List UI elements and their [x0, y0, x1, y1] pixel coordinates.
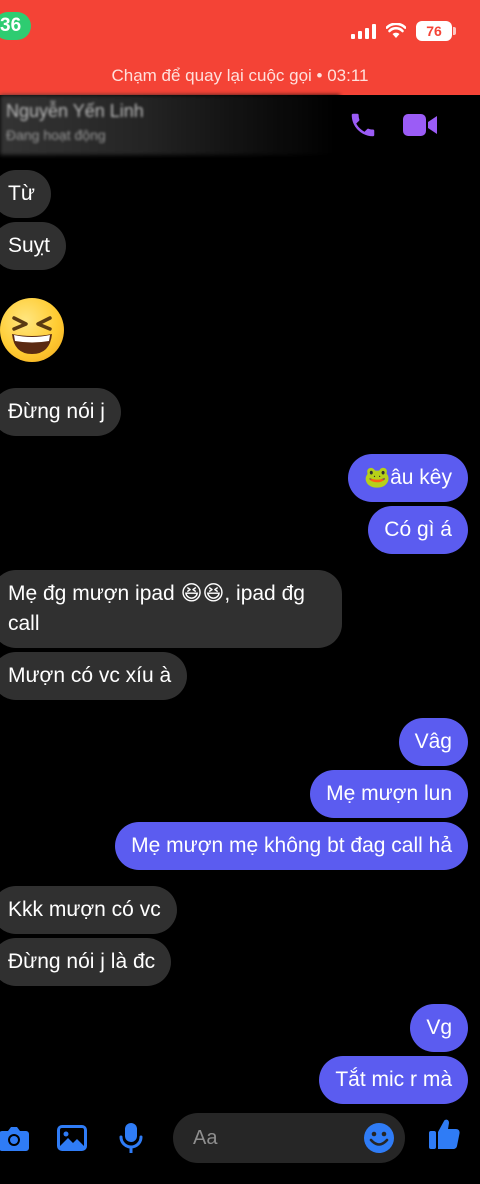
emoji-icon — [364, 1123, 394, 1153]
cellular-signal-icon — [351, 23, 376, 39]
gallery-button[interactable] — [54, 1120, 90, 1156]
camera-button[interactable] — [0, 1120, 32, 1156]
grinning-squinting-face-emoji[interactable] — [0, 298, 64, 362]
message-outgoing[interactable]: Tắt mic r mà — [319, 1056, 468, 1104]
video-icon — [403, 114, 437, 136]
camera-icon — [0, 1127, 29, 1151]
status-time: 36 — [0, 12, 32, 40]
message-outgoing[interactable]: Mẹ mượn lun — [310, 770, 468, 818]
message-incoming[interactable]: Suỵt — [0, 222, 67, 270]
call-banner-text: Chạm để quay lại cuộc gọi • 03:11 — [111, 66, 369, 85]
message-incoming[interactable]: Mượn có vc xíu à — [0, 652, 188, 700]
message-outgoing[interactable]: Vâg — [398, 718, 468, 766]
message-incoming[interactable]: Mẹ đg mượn ipad 😆😆, ipad đg call — [0, 570, 342, 648]
mic-icon — [119, 1123, 143, 1153]
emoji-button[interactable] — [363, 1122, 395, 1154]
like-button[interactable] — [426, 1116, 462, 1152]
message-outgoing[interactable]: Mẹ mượn mẹ không bt đag call hả — [115, 822, 468, 870]
message-outgoing[interactable]: 🐸âu kêy — [347, 454, 468, 502]
message-incoming[interactable]: Từ — [0, 170, 51, 218]
message-input[interactable] — [193, 1123, 353, 1153]
video-call-button[interactable] — [400, 107, 440, 143]
voice-message-button[interactable] — [113, 1120, 149, 1156]
grinning-squinting-face-icon — [12, 316, 52, 354]
message-incoming[interactable]: Đừng nói j — [0, 388, 121, 436]
return-to-call-banner[interactable]: 36 76 Chạm để quay lại cuộc gọi • 03:11 — [0, 0, 480, 95]
battery-indicator: 76 — [416, 21, 456, 41]
image-icon — [57, 1125, 87, 1151]
status-icons: 76 — [351, 20, 456, 42]
thumbs-up-icon — [429, 1119, 460, 1149]
message-incoming[interactable]: Đừng nói j là đc — [0, 938, 172, 986]
voice-call-button[interactable] — [343, 107, 383, 143]
message-outgoing[interactable]: Vg — [410, 1004, 468, 1052]
phone-icon — [351, 113, 375, 137]
conversation-header: Nguyễn Yến Linh Đang hoạt động — [0, 95, 480, 155]
wifi-icon — [386, 23, 406, 38]
message-outgoing[interactable]: Có gì á — [368, 506, 468, 554]
message-composer — [0, 1110, 480, 1166]
contact-name[interactable]: Nguyễn Yến Linh — [6, 101, 144, 122]
message-incoming[interactable]: Kkk mượn có vc — [0, 886, 177, 934]
contact-status: Đang hoạt động — [6, 127, 106, 143]
message-input-container[interactable] — [173, 1113, 405, 1163]
